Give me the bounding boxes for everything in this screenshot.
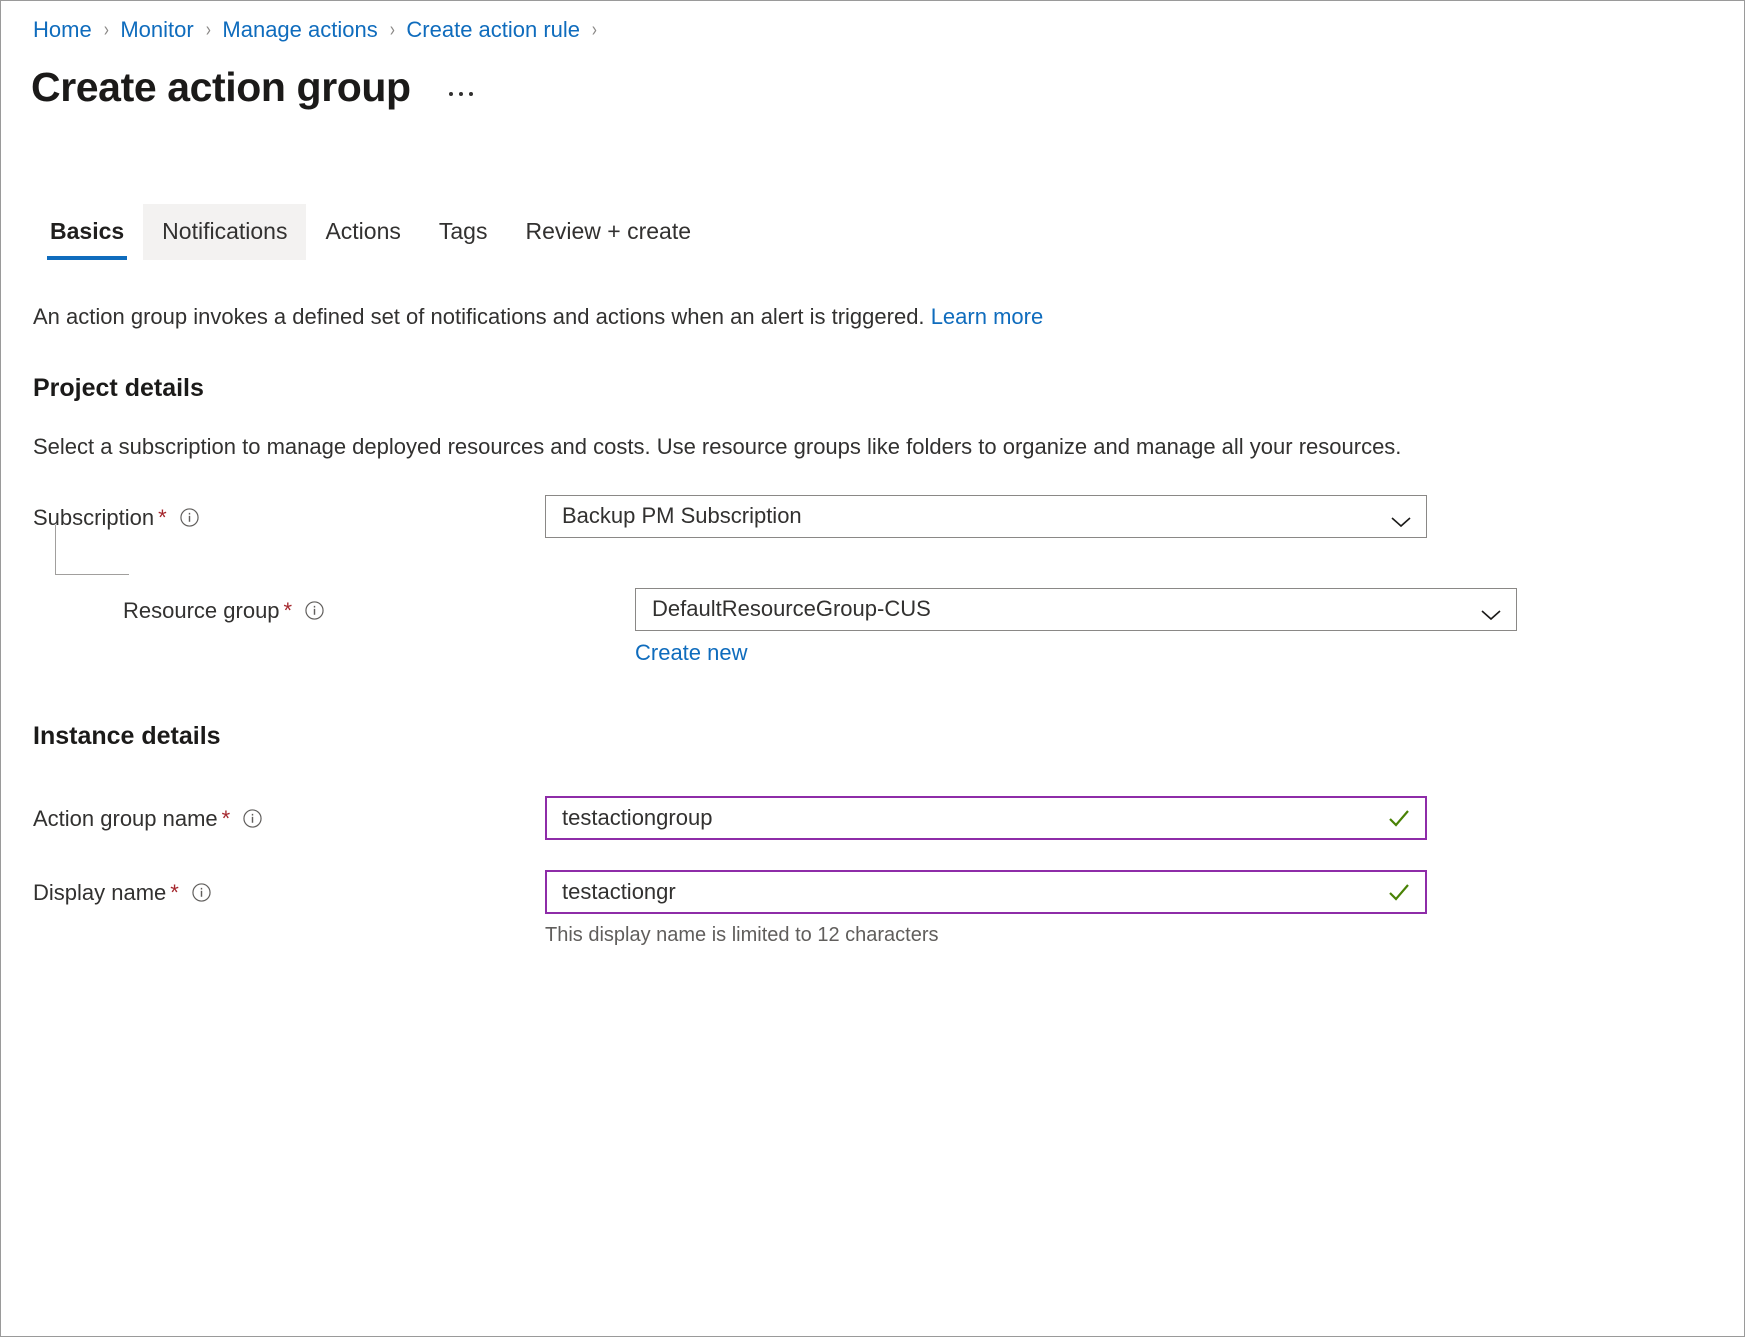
breadcrumb-separator-icon: › bbox=[390, 20, 395, 40]
display-name-label-group: Display name * bbox=[33, 870, 545, 916]
display-name-label: Display name bbox=[33, 880, 166, 906]
action-group-name-value[interactable]: testactiongroup bbox=[562, 805, 712, 831]
subscription-field: Backup PM Subscription bbox=[545, 495, 1427, 538]
resource-group-label: Resource group bbox=[123, 598, 280, 624]
project-details-heading: Project details bbox=[33, 374, 1744, 403]
project-details-description: Select a subscription to manage deployed… bbox=[33, 431, 1423, 463]
breadcrumb-separator-icon: › bbox=[104, 20, 109, 40]
display-name-input[interactable]: testactiongr bbox=[545, 870, 1427, 914]
tree-horizontal-line bbox=[55, 574, 129, 575]
action-group-name-input[interactable]: testactiongroup bbox=[545, 796, 1427, 840]
checkmark-icon bbox=[1387, 880, 1411, 904]
tree-vertical-line bbox=[55, 525, 56, 575]
subscription-row: Subscription * Backup PM Subscription bbox=[33, 495, 1744, 541]
info-icon[interactable] bbox=[180, 508, 199, 527]
chevron-down-icon bbox=[1390, 509, 1412, 523]
resource-group-selected-value: DefaultResourceGroup-CUS bbox=[652, 596, 931, 622]
action-group-name-row: Action group name * testactiongroup bbox=[33, 796, 1744, 842]
info-icon[interactable] bbox=[305, 601, 324, 620]
display-name-row: Display name * testactiongr bbox=[33, 870, 1744, 947]
learn-more-link[interactable]: Learn more bbox=[931, 304, 1044, 329]
info-icon[interactable] bbox=[192, 883, 211, 902]
intro-text: An action group invokes a defined set of… bbox=[33, 302, 1744, 332]
resource-group-row: Resource group * DefaultResourceGroup-CU… bbox=[33, 588, 1744, 666]
resource-group-label-group: Resource group * bbox=[33, 588, 635, 634]
breadcrumb-item-home[interactable]: Home bbox=[33, 19, 92, 41]
display-name-value[interactable]: testactiongr bbox=[562, 879, 676, 905]
subscription-selected-value: Backup PM Subscription bbox=[562, 503, 802, 529]
display-name-helper-text: This display name is limited to 12 chara… bbox=[545, 924, 1427, 947]
tab-tags[interactable]: Tags bbox=[420, 204, 507, 261]
ellipsis-icon[interactable] bbox=[445, 86, 477, 102]
ellipsis-dot bbox=[449, 92, 453, 96]
blade-content: An action group invokes a defined set of… bbox=[1, 302, 1744, 947]
chevron-down-icon bbox=[1480, 602, 1502, 616]
action-group-name-field: testactiongroup bbox=[545, 796, 1427, 840]
breadcrumb-item-monitor[interactable]: Monitor bbox=[120, 19, 193, 41]
tab-review-create[interactable]: Review + create bbox=[506, 204, 710, 261]
checkmark-icon bbox=[1387, 806, 1411, 830]
ellipsis-dot bbox=[469, 92, 473, 96]
instance-details-heading: Instance details bbox=[33, 722, 1744, 751]
intro-description: An action group invokes a defined set of… bbox=[33, 304, 925, 329]
required-indicator: * bbox=[222, 808, 231, 830]
action-group-name-label: Action group name bbox=[33, 806, 218, 832]
tree-connector-icon bbox=[55, 525, 129, 575]
required-indicator: * bbox=[170, 882, 179, 904]
action-group-name-label-group: Action group name * bbox=[33, 796, 545, 842]
breadcrumb-separator-icon: › bbox=[592, 20, 597, 40]
resource-group-field: DefaultResourceGroup-CUS Create new bbox=[635, 588, 1517, 666]
display-name-field: testactiongr This display name is limite… bbox=[545, 870, 1427, 947]
breadcrumb-item-create-action-rule[interactable]: Create action rule bbox=[406, 19, 580, 41]
info-icon[interactable] bbox=[243, 809, 262, 828]
resource-group-dropdown[interactable]: DefaultResourceGroup-CUS bbox=[635, 588, 1517, 631]
page-title: Create action group bbox=[31, 65, 411, 110]
tab-basics[interactable]: Basics bbox=[31, 204, 143, 261]
title-row: Create action group bbox=[1, 41, 1744, 110]
tab-bar: Basics Notifications Actions Tags Review… bbox=[31, 198, 1744, 260]
ellipsis-dot bbox=[459, 92, 463, 96]
subscription-dropdown[interactable]: Backup PM Subscription bbox=[545, 495, 1427, 538]
tab-notifications[interactable]: Notifications bbox=[143, 204, 306, 261]
required-indicator: * bbox=[158, 507, 167, 529]
tab-actions[interactable]: Actions bbox=[306, 204, 419, 261]
create-new-resource-group-link[interactable]: Create new bbox=[635, 640, 748, 666]
create-action-group-blade: Home › Monitor › Manage actions › Create… bbox=[0, 0, 1745, 1337]
required-indicator: * bbox=[284, 600, 293, 622]
breadcrumb-separator-icon: › bbox=[206, 20, 211, 40]
breadcrumb: Home › Monitor › Manage actions › Create… bbox=[1, 1, 1744, 41]
breadcrumb-item-manage-actions[interactable]: Manage actions bbox=[222, 19, 377, 41]
